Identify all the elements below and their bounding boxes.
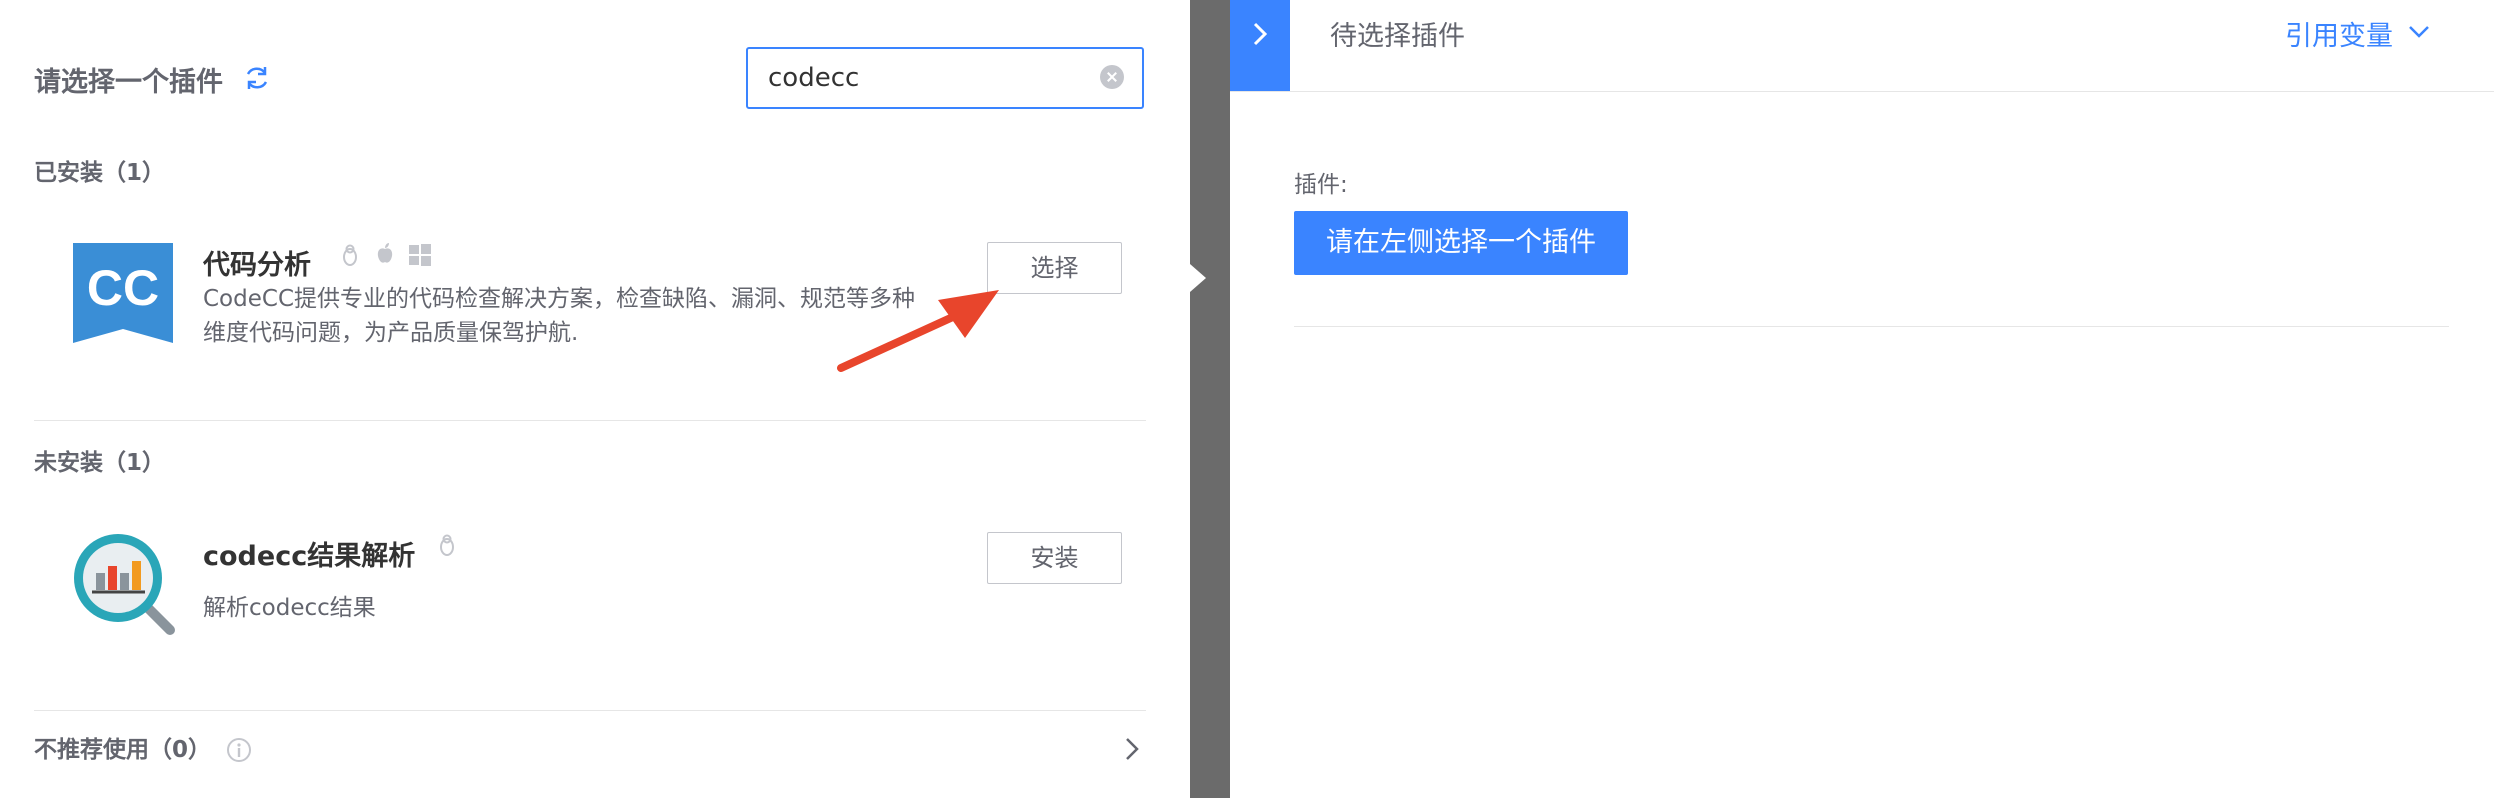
uninstalled-group-title: 未安装（1） bbox=[34, 450, 166, 476]
form-divider bbox=[1294, 326, 2449, 327]
panel-splitter[interactable] bbox=[1190, 0, 1230, 798]
codecc-logo-text: CC bbox=[87, 260, 159, 316]
refresh-icon[interactable] bbox=[243, 64, 271, 92]
plugin-description: 解析codecc结果 bbox=[203, 595, 376, 621]
panel-title: 请选择一个插件 bbox=[34, 67, 223, 98]
plugin-name: codecc结果解析 bbox=[203, 541, 416, 572]
codecc-logo: CC bbox=[73, 243, 173, 343]
installed-group-title: 已安装（1） bbox=[34, 160, 166, 186]
apple-icon bbox=[377, 243, 393, 263]
windows-icon bbox=[409, 244, 431, 266]
plugin-description-line-2: 维度代码问题，为产品质量保驾护航. bbox=[203, 320, 579, 346]
analysis-magnifier-logo bbox=[74, 534, 175, 635]
select-button[interactable]: 选择 bbox=[987, 242, 1122, 294]
header-divider bbox=[1230, 91, 2494, 92]
choose-plugin-button[interactable]: 请在左侧选择一个插件 bbox=[1294, 211, 1628, 275]
ref-var-label: 引用变量 bbox=[2285, 21, 2393, 52]
annotation-arrow bbox=[837, 290, 999, 372]
chevron-down-icon bbox=[2409, 26, 2429, 38]
search-box bbox=[746, 47, 1144, 109]
plugin-selector-panel: 请选择一个插件 已安装（1） CC 代码分析 CodeCC提 bbox=[0, 0, 1190, 798]
divider bbox=[34, 420, 1146, 421]
plugin-description-line-1: CodeCC提供专业的代码检查解决方案，检查缺陷、漏洞、规范等多种 bbox=[203, 286, 916, 312]
install-button[interactable]: 安装 bbox=[987, 532, 1122, 584]
chevron-right-icon bbox=[1253, 22, 1268, 46]
chevron-right-icon bbox=[1126, 738, 1139, 760]
plugin-name: 代码分析 bbox=[203, 250, 311, 281]
linux-icon bbox=[343, 244, 357, 266]
clear-icon[interactable] bbox=[1100, 65, 1124, 89]
divider bbox=[34, 710, 1146, 711]
panel-header-title: 待选择插件 bbox=[1330, 21, 1465, 52]
plugin-field-label: 插件: bbox=[1294, 172, 1348, 198]
splitter-notch bbox=[1190, 264, 1206, 292]
collapse-panel-button[interactable] bbox=[1230, 0, 1290, 91]
deprecated-group-title: 不推荐使用（0） bbox=[34, 737, 212, 763]
search-input[interactable] bbox=[768, 49, 1088, 107]
linux-icon bbox=[440, 534, 454, 556]
plugin-config-panel: 待选择插件 引用变量 插件: 请在左侧选择一个插件 bbox=[1230, 0, 2494, 798]
info-icon bbox=[227, 738, 251, 762]
